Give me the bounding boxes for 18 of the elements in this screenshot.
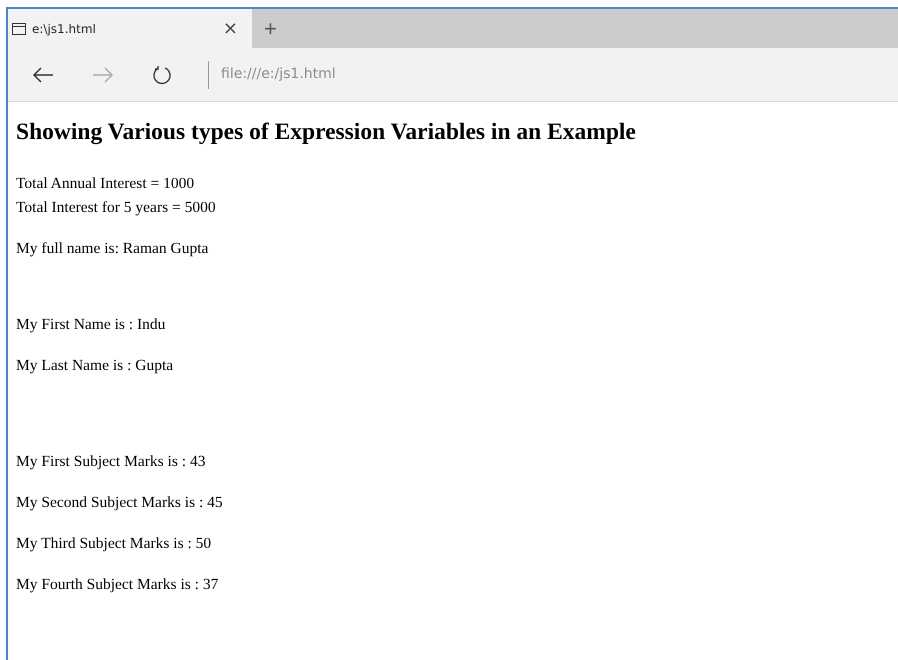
text-line: My Second Subject Marks is : 45 — [16, 493, 224, 514]
back-arrow-icon — [32, 66, 54, 82]
window-icon — [12, 22, 26, 34]
text-line: My full name is: Raman Gupta — [16, 239, 210, 260]
text-line: My Last Name is : Gupta — [16, 356, 174, 376]
close-tab-button[interactable]: × — [218, 20, 242, 38]
page-heading: Showing Various types of Expression Variables in an Example — [16, 118, 637, 146]
browser-tab[interactable]: e:\js1.html × — [8, 9, 252, 48]
new-tab-button[interactable]: + — [252, 9, 289, 48]
refresh-icon — [152, 64, 172, 84]
text-line: My First Subject Marks is : 43 — [16, 452, 206, 472]
text-line: Total Annual Interest = 1000 — [16, 174, 196, 194]
tab-title: e:\js1.html — [32, 20, 96, 38]
text-line: My First Name is : Indu — [16, 315, 166, 336]
forward-arrow-icon — [92, 66, 114, 82]
text-line: My Fourth Subject Marks is : 37 — [16, 575, 220, 596]
text-line: Total Interest for 5 years = 5000 — [16, 198, 217, 218]
text-line: My Third Subject Marks is : 50 — [16, 534, 212, 554]
